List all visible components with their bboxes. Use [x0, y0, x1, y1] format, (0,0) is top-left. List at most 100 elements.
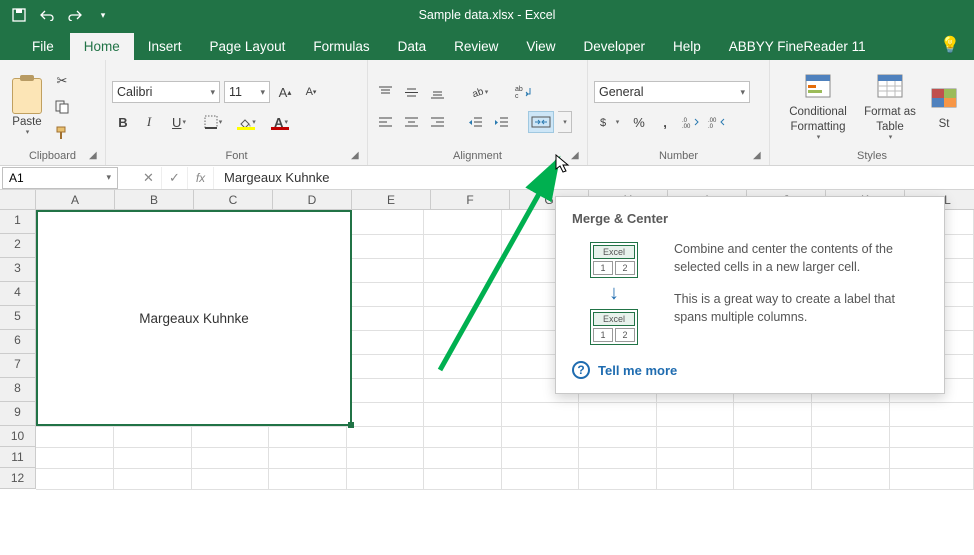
cell[interactable] — [424, 306, 502, 330]
cell[interactable] — [269, 426, 347, 447]
name-box[interactable]: A1▾ — [2, 167, 118, 189]
cell[interactable] — [579, 426, 657, 447]
row-header[interactable]: 9 — [0, 402, 36, 426]
cell[interactable] — [191, 447, 269, 468]
orientation-button[interactable]: ab▾ — [464, 81, 494, 103]
align-center-icon[interactable] — [400, 111, 422, 133]
underline-button[interactable]: U▾ — [164, 111, 194, 133]
cell[interactable] — [424, 234, 502, 258]
tab-page-layout[interactable]: Page Layout — [196, 33, 300, 60]
merged-cell-a1-d9[interactable]: Margeaux Kuhnke — [36, 210, 352, 426]
tab-view[interactable]: View — [512, 33, 569, 60]
number-launcher-icon[interactable]: ◢ — [753, 150, 765, 162]
cell[interactable] — [889, 402, 974, 426]
cell[interactable] — [424, 447, 502, 468]
tab-developer[interactable]: Developer — [569, 33, 659, 60]
row-header[interactable]: 1 — [0, 210, 36, 234]
cell[interactable] — [656, 402, 734, 426]
formula-input[interactable]: Margeaux Kuhnke — [214, 170, 974, 185]
borders-button[interactable]: ▾ — [198, 111, 228, 133]
cell[interactable] — [114, 468, 192, 489]
cell[interactable] — [191, 426, 269, 447]
tab-data[interactable]: Data — [384, 33, 441, 60]
row-header[interactable]: 12 — [0, 468, 36, 489]
align-top-icon[interactable] — [374, 81, 396, 103]
tab-abbyy[interactable]: ABBYY FineReader 11 — [715, 33, 880, 60]
alignment-launcher-icon[interactable]: ◢ — [571, 150, 583, 162]
cell[interactable] — [346, 447, 424, 468]
font-launcher-icon[interactable]: ◢ — [351, 150, 363, 162]
cell[interactable] — [346, 258, 424, 282]
cell[interactable] — [811, 468, 889, 489]
cell[interactable] — [424, 426, 502, 447]
column-header[interactable]: A — [36, 190, 115, 210]
row-header[interactable]: 7 — [0, 354, 36, 378]
cell[interactable] — [424, 330, 502, 354]
redo-icon[interactable] — [62, 2, 88, 28]
cell[interactable] — [346, 468, 424, 489]
cell[interactable] — [424, 210, 502, 234]
cell[interactable] — [734, 402, 812, 426]
cell[interactable] — [811, 447, 889, 468]
cell[interactable] — [579, 402, 657, 426]
fill-handle[interactable] — [348, 422, 354, 428]
font-size-combo[interactable]: 11▾ — [224, 81, 270, 103]
insert-function-icon[interactable]: fx — [188, 167, 214, 189]
copy-icon[interactable] — [52, 97, 72, 117]
cell[interactable] — [114, 426, 192, 447]
tab-home[interactable]: Home — [70, 33, 134, 60]
cell[interactable] — [579, 468, 657, 489]
tell-me-more-link[interactable]: ? Tell me more — [572, 361, 928, 379]
cell[interactable] — [734, 447, 812, 468]
tab-file[interactable]: File — [16, 33, 70, 60]
paste-button[interactable]: Paste ▾ — [6, 69, 48, 145]
increase-indent-icon[interactable] — [490, 111, 512, 133]
column-header[interactable]: D — [273, 190, 352, 210]
accounting-format-button[interactable]: $▾ — [594, 111, 624, 133]
save-icon[interactable] — [6, 2, 32, 28]
select-all-corner[interactable] — [0, 190, 36, 210]
format-as-table-button[interactable]: Format as Table ▾ — [854, 69, 926, 145]
cell[interactable] — [811, 426, 889, 447]
cell[interactable] — [346, 306, 424, 330]
cell[interactable] — [114, 447, 192, 468]
cell[interactable] — [191, 468, 269, 489]
number-format-combo[interactable]: General▾ — [594, 81, 750, 103]
conditional-formatting-button[interactable]: Conditional Formatting ▾ — [782, 69, 854, 145]
align-left-icon[interactable] — [374, 111, 396, 133]
cell[interactable] — [501, 447, 579, 468]
merge-center-button[interactable] — [528, 111, 554, 133]
increase-decimal-icon[interactable]: .0.00 — [680, 111, 702, 133]
percent-button[interactable]: % — [628, 111, 650, 133]
row-header[interactable]: 10 — [0, 426, 36, 447]
italic-button[interactable]: I — [138, 111, 160, 133]
cell[interactable] — [346, 402, 424, 426]
merge-center-dropdown[interactable]: ▾ — [558, 111, 572, 133]
cell[interactable] — [889, 468, 974, 489]
cut-icon[interactable]: ✂ — [52, 71, 72, 91]
column-header[interactable]: E — [352, 190, 431, 210]
cell[interactable] — [656, 426, 734, 447]
cell[interactable] — [734, 468, 812, 489]
row-header[interactable]: 2 — [0, 234, 36, 258]
cell[interactable] — [36, 426, 114, 447]
cell[interactable] — [889, 426, 974, 447]
cancel-formula-icon[interactable]: ✕ — [136, 167, 162, 189]
cell[interactable] — [269, 468, 347, 489]
cell[interactable] — [346, 282, 424, 306]
wrap-text-button[interactable]: abc — [510, 81, 540, 103]
row-header[interactable]: 3 — [0, 258, 36, 282]
tab-review[interactable]: Review — [440, 33, 512, 60]
cell[interactable] — [889, 447, 974, 468]
cell[interactable] — [346, 426, 424, 447]
fill-color-button[interactable]: ▾ — [232, 111, 262, 133]
cell-styles-button[interactable]: St — [926, 69, 962, 145]
cell[interactable] — [424, 378, 502, 402]
cell[interactable] — [346, 330, 424, 354]
cell[interactable] — [269, 447, 347, 468]
increase-font-icon[interactable]: A▴ — [274, 81, 296, 103]
cell[interactable] — [424, 282, 502, 306]
undo-icon[interactable] — [34, 2, 60, 28]
column-header[interactable]: B — [115, 190, 194, 210]
cell[interactable] — [346, 354, 424, 378]
